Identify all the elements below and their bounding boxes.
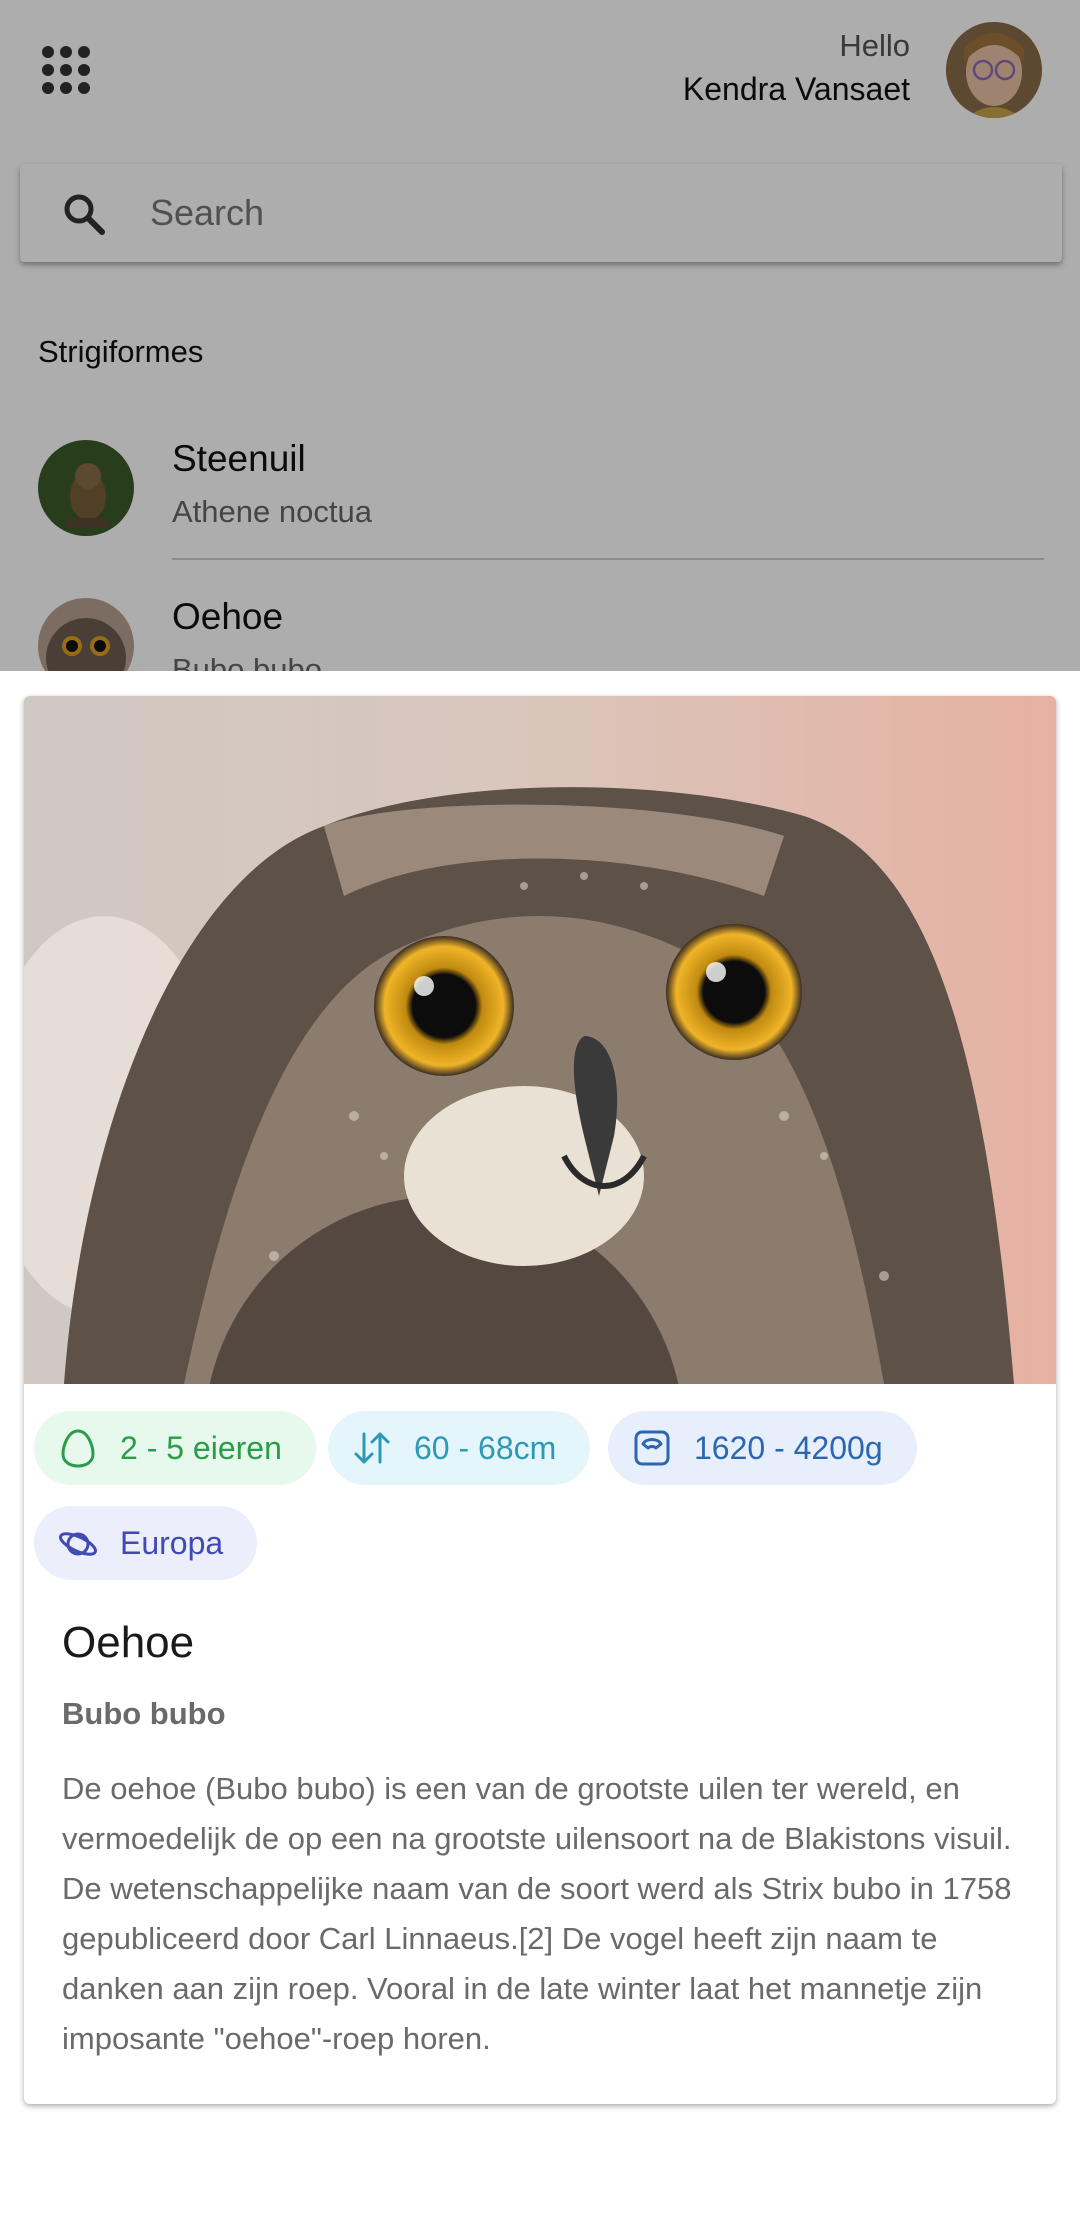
size-value: 60 - 68cm	[414, 1429, 557, 1466]
hero-image	[24, 696, 1056, 1384]
egg-icon	[61, 1429, 95, 1468]
weight-chip: 1620 - 4200g	[608, 1411, 917, 1485]
eggs-chip: 2 - 5 eieren	[34, 1411, 316, 1485]
detail-title: Oehoe	[62, 1618, 195, 1667]
weight-value: 1620 - 4200g	[694, 1429, 883, 1466]
detail-subtitle: Bubo bubo	[62, 1696, 226, 1731]
scale-icon	[634, 1430, 670, 1466]
detail-card: 2 - 5 eieren 60 - 68cm 1620 - 4200g Euro…	[24, 696, 1056, 2104]
swap-vertical-icon	[354, 1432, 390, 1464]
region-value: Europa	[120, 1524, 224, 1561]
region-chip: Europa	[34, 1506, 258, 1580]
size-chip: 60 - 68cm	[328, 1411, 591, 1485]
detail-description: De oehoe (Bubo bubo) is een van de groot…	[62, 1771, 1012, 2056]
scrim-overlay[interactable]	[0, 0, 1080, 671]
bottom-sheet: 2 - 5 eieren 60 - 68cm 1620 - 4200g Euro…	[0, 671, 1080, 2239]
planet-icon	[59, 1532, 97, 1556]
eggs-value: 2 - 5 eieren	[120, 1429, 282, 1466]
